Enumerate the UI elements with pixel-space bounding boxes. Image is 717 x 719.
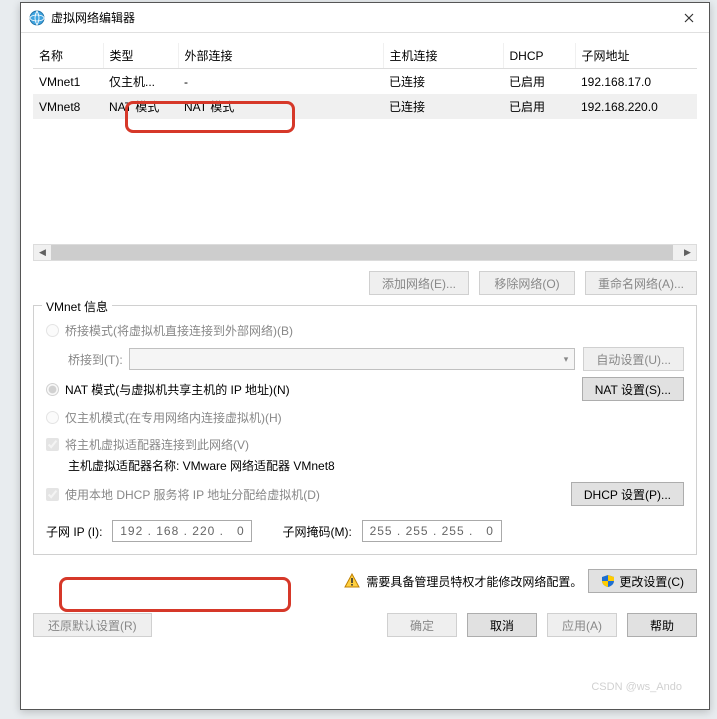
auto-setting-button[interactable]: 自动设置(U)... bbox=[583, 347, 684, 371]
hostonly-mode-radio[interactable] bbox=[46, 411, 59, 424]
col-type[interactable]: 类型 bbox=[103, 43, 178, 69]
subnet-mask-input[interactable] bbox=[362, 520, 502, 542]
bridge-to-label: 桥接到(T): bbox=[68, 351, 123, 368]
cell-dhcp: 已启用 bbox=[503, 94, 575, 119]
subnet-ip-input[interactable] bbox=[112, 520, 252, 542]
hostonly-mode-label: 仅主机模式(在专用网络内连接虚拟机)(H) bbox=[65, 409, 282, 426]
network-table-container: 名称 类型 外部连接 主机连接 DHCP 子网地址 VMnet1 仅主机... … bbox=[33, 43, 697, 261]
nat-setting-button[interactable]: NAT 设置(S)... bbox=[582, 377, 684, 401]
subnet-ip-label: 子网 IP (I): bbox=[46, 523, 102, 540]
adapter-name-text: 主机虚拟适配器名称: VMware 网络适配器 VMnet8 bbox=[68, 457, 684, 474]
cell-subnet: 192.168.17.0 bbox=[575, 69, 697, 95]
bridge-mode-radio[interactable] bbox=[46, 324, 59, 337]
col-name[interactable]: 名称 bbox=[33, 43, 103, 69]
cell-type: NAT 模式 bbox=[103, 94, 178, 119]
footer: 还原默认设置(R) 确定 取消 应用(A) 帮助 bbox=[21, 603, 709, 647]
vmnet-info-group: VMnet 信息 桥接模式(将虚拟机直接连接到外部网络)(B) 桥接到(T): … bbox=[33, 305, 697, 555]
app-icon bbox=[29, 10, 45, 26]
cell-ext: - bbox=[178, 69, 383, 95]
vnet-editor-window: 虚拟网络编辑器 名称 类型 外部连接 主机连接 DHCP 子网地址 bbox=[20, 2, 710, 710]
col-host[interactable]: 主机连接 bbox=[383, 43, 503, 69]
col-subnet[interactable]: 子网地址 bbox=[575, 43, 697, 69]
cell-name: VMnet8 bbox=[33, 94, 103, 119]
cell-subnet: 192.168.220.0 bbox=[575, 94, 697, 119]
rename-network-button[interactable]: 重命名网络(A)... bbox=[585, 271, 697, 295]
cell-type: 仅主机... bbox=[103, 69, 178, 95]
cell-name: VMnet1 bbox=[33, 69, 103, 95]
change-settings-label: 更改设置(C) bbox=[619, 573, 684, 590]
content-area: 名称 类型 外部连接 主机连接 DHCP 子网地址 VMnet1 仅主机... … bbox=[21, 33, 709, 603]
table-header-row: 名称 类型 外部连接 主机连接 DHCP 子网地址 bbox=[33, 43, 697, 69]
add-network-button[interactable]: 添加网络(E)... bbox=[369, 271, 469, 295]
connect-host-label: 将主机虚拟适配器连接到此网络(V) bbox=[65, 436, 249, 453]
dhcp-setting-button[interactable]: DHCP 设置(P)... bbox=[571, 482, 684, 506]
remove-network-button[interactable]: 移除网络(O) bbox=[479, 271, 575, 295]
titlebar: 虚拟网络编辑器 bbox=[21, 3, 709, 33]
change-settings-button[interactable]: 更改设置(C) bbox=[588, 569, 697, 593]
ok-button[interactable]: 确定 bbox=[387, 613, 457, 637]
window-title: 虚拟网络编辑器 bbox=[51, 9, 669, 26]
subnet-mask-label: 子网掩码(M): bbox=[282, 523, 351, 540]
shield-icon bbox=[601, 574, 615, 588]
restore-defaults-button[interactable]: 还原默认设置(R) bbox=[33, 613, 152, 637]
cancel-button[interactable]: 取消 bbox=[467, 613, 537, 637]
col-ext[interactable]: 外部连接 bbox=[178, 43, 383, 69]
cell-host: 已连接 bbox=[383, 94, 503, 119]
scroll-right-arrow[interactable]: ▶ bbox=[679, 245, 696, 260]
network-table[interactable]: 名称 类型 外部连接 主机连接 DHCP 子网地址 VMnet1 仅主机... … bbox=[33, 43, 697, 119]
cell-dhcp: 已启用 bbox=[503, 69, 575, 95]
help-button[interactable]: 帮助 bbox=[627, 613, 697, 637]
connect-host-checkbox[interactable] bbox=[46, 438, 59, 451]
admin-required-text: 需要具备管理员特权才能修改网络配置。 bbox=[366, 573, 582, 590]
scroll-thumb[interactable] bbox=[51, 245, 673, 260]
apply-button[interactable]: 应用(A) bbox=[547, 613, 617, 637]
use-dhcp-label: 使用本地 DHCP 服务将 IP 地址分配给虚拟机(D) bbox=[65, 486, 320, 503]
nat-mode-radio[interactable] bbox=[46, 383, 59, 396]
scroll-left-arrow[interactable]: ◀ bbox=[34, 245, 51, 260]
bridge-to-dropdown[interactable] bbox=[129, 348, 576, 370]
nat-mode-label: NAT 模式(与虚拟机共享主机的 IP 地址)(N) bbox=[65, 381, 290, 398]
warning-icon bbox=[344, 573, 360, 589]
close-icon[interactable] bbox=[669, 3, 709, 33]
table-row[interactable]: VMnet8 NAT 模式 NAT 模式 已连接 已启用 192.168.220… bbox=[33, 94, 697, 119]
cell-ext: NAT 模式 bbox=[178, 94, 383, 119]
table-row[interactable]: VMnet1 仅主机... - 已连接 已启用 192.168.17.0 bbox=[33, 69, 697, 95]
use-dhcp-checkbox[interactable] bbox=[46, 488, 59, 501]
group-legend: VMnet 信息 bbox=[42, 298, 112, 315]
bridge-mode-label: 桥接模式(将虚拟机直接连接到外部网络)(B) bbox=[65, 322, 293, 339]
cell-host: 已连接 bbox=[383, 69, 503, 95]
horizontal-scrollbar[interactable]: ◀ ▶ bbox=[33, 244, 697, 261]
col-dhcp[interactable]: DHCP bbox=[503, 43, 575, 69]
